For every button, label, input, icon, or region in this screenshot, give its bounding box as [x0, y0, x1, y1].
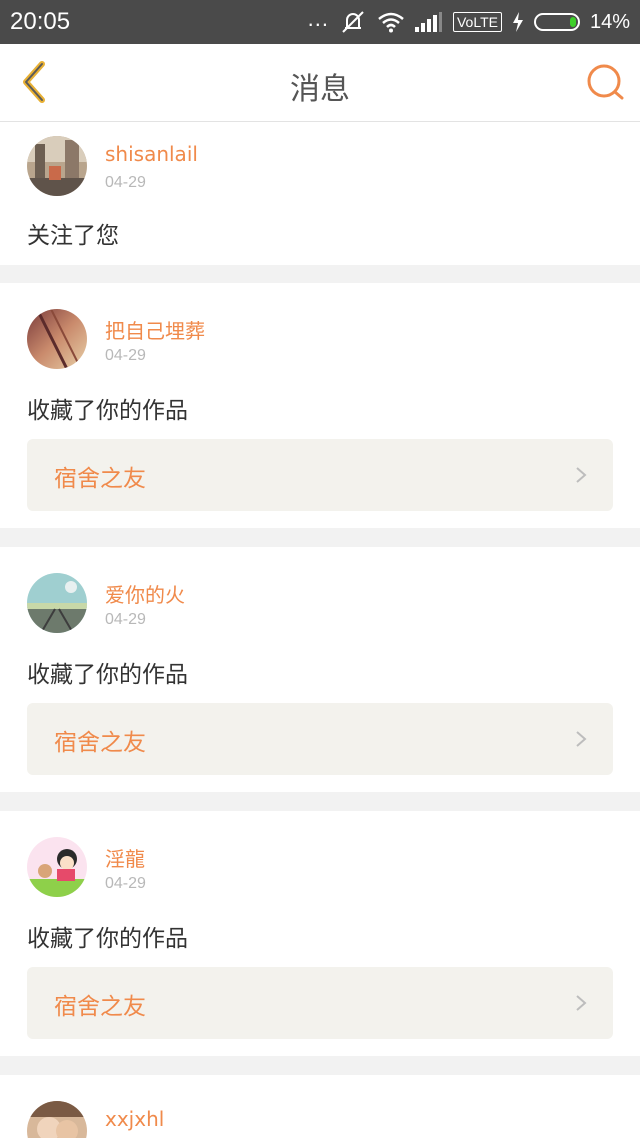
- avatar-image: [27, 136, 87, 196]
- signal-icon: [414, 12, 442, 32]
- work-link[interactable]: 宿舍之友: [27, 703, 613, 775]
- notification-dots-icon: ...: [307, 6, 329, 31]
- message-card: shisanlail 04-29 关注了您: [0, 122, 640, 265]
- message-text: 收藏了你的作品: [27, 662, 188, 688]
- avatar-image: [27, 1101, 87, 1138]
- page-title: 消息: [290, 72, 350, 107]
- charging-icon: [512, 12, 523, 32]
- status-icons: ... VoLTE 14%: [308, 6, 630, 34]
- message-date: 04-29: [105, 875, 146, 892]
- avatar-image: [27, 837, 87, 897]
- chevron-right-icon: [576, 467, 587, 483]
- avatar[interactable]: [27, 309, 87, 369]
- avatar[interactable]: [27, 573, 87, 633]
- chevron-right-icon: [576, 731, 587, 747]
- work-link[interactable]: 宿舍之友: [27, 439, 613, 511]
- username[interactable]: 把自己埋葬: [105, 315, 205, 344]
- work-title: 宿舍之友: [54, 994, 146, 1020]
- message-card: xxjxhl: [0, 1075, 640, 1138]
- nav-bar: 消息: [0, 44, 640, 122]
- wifi-icon: [378, 12, 404, 33]
- avatar-image: [27, 573, 87, 633]
- status-bar: 20:05 ... VoLTE 14%: [0, 0, 640, 44]
- message-text: 关注了您: [27, 223, 119, 249]
- mute-vibrate-icon: [342, 11, 364, 33]
- search-icon[interactable]: [586, 62, 626, 102]
- message-text: 收藏了你的作品: [27, 398, 188, 424]
- username[interactable]: xxjxhl: [105, 1107, 164, 1131]
- chevron-right-icon: [576, 995, 587, 1011]
- work-title: 宿舍之友: [54, 466, 146, 492]
- message-text: 收藏了你的作品: [27, 926, 188, 952]
- avatar-image: [27, 309, 87, 369]
- message-card: 把自己埋葬 04-29 收藏了你的作品 宿舍之友: [0, 283, 640, 528]
- username[interactable]: 爱你的火: [105, 579, 185, 608]
- avatar[interactable]: [27, 837, 87, 897]
- message-card: 淫龍 04-29 收藏了你的作品 宿舍之友: [0, 811, 640, 1056]
- message-card: 爱你的火 04-29 收藏了你的作品 宿舍之友: [0, 547, 640, 792]
- work-link[interactable]: 宿舍之友: [27, 967, 613, 1039]
- message-date: 04-29: [105, 347, 146, 364]
- volte-badge: VoLTE: [452, 12, 502, 32]
- message-date: 04-29: [105, 174, 146, 191]
- status-time: 20:05: [10, 8, 71, 35]
- battery-percent: 14%: [589, 10, 630, 33]
- username[interactable]: 淫龍: [105, 843, 145, 872]
- work-title: 宿舍之友: [54, 730, 146, 756]
- avatar[interactable]: [27, 136, 87, 196]
- username[interactable]: shisanlail: [105, 142, 198, 166]
- battery-icon: [533, 13, 580, 31]
- battery-level: [569, 17, 576, 27]
- avatar[interactable]: [27, 1101, 87, 1138]
- message-date: 04-29: [105, 611, 146, 628]
